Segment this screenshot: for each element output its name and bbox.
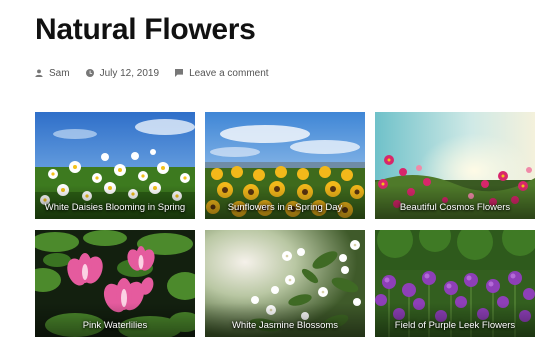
- gallery-caption: Sunflowers in a Spring Day: [227, 202, 343, 213]
- post-meta: Sam July 12, 2019 Leave a comment: [35, 66, 285, 80]
- post-comments[interactable]: Leave a comment: [175, 68, 269, 79]
- gallery-item-purple-leek[interactable]: Field of Purple Leek Flowers: [375, 230, 535, 337]
- gallery-caption: White Jasmine Blossoms: [231, 320, 339, 331]
- gallery-caption: White Daisies Blooming in Spring: [44, 202, 186, 213]
- gallery-caption: Field of Purple Leek Flowers: [394, 320, 516, 331]
- gallery-item-white-jasmine[interactable]: White Jasmine Blossoms: [205, 230, 365, 337]
- comment-icon: [175, 69, 184, 77]
- post-author[interactable]: Sam: [35, 68, 70, 79]
- gallery-item-pink-waterlilies[interactable]: Pink Waterlilies: [35, 230, 195, 337]
- user-icon: [35, 69, 43, 77]
- gallery-item-sunflowers[interactable]: Sunflowers in a Spring Day: [205, 112, 365, 219]
- leave-comment-link[interactable]: Leave a comment: [189, 68, 269, 79]
- image-gallery: White Daisies Blooming in Spring Sunflow…: [35, 112, 535, 337]
- gallery-item-white-daisies[interactable]: White Daisies Blooming in Spring: [35, 112, 195, 219]
- author-link[interactable]: Sam: [49, 68, 70, 79]
- post-date[interactable]: July 12, 2019: [85, 68, 160, 79]
- gallery-caption: Pink Waterlilies: [82, 320, 148, 331]
- gallery-caption: Beautiful Cosmos Flowers: [399, 202, 511, 213]
- clock-icon: [85, 69, 94, 77]
- date-link[interactable]: July 12, 2019: [100, 68, 160, 79]
- gallery-item-cosmos[interactable]: Beautiful Cosmos Flowers: [375, 112, 535, 219]
- page-title: Natural Flowers: [35, 13, 256, 46]
